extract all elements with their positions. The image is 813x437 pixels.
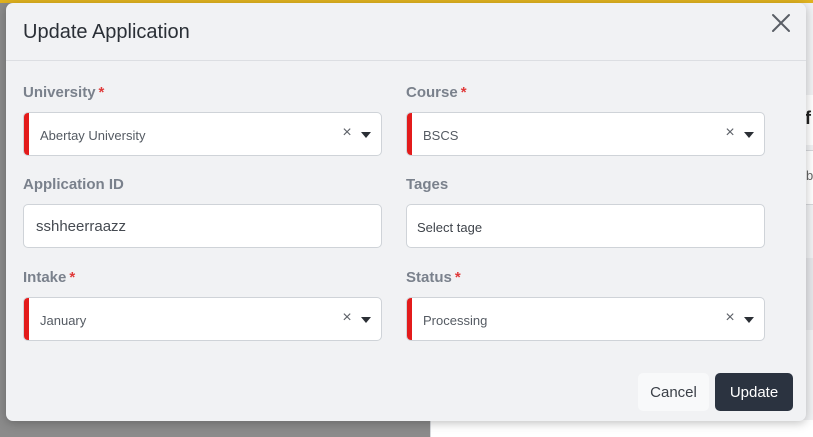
- modal-header: Update Application: [6, 3, 806, 61]
- required-mark: *: [454, 269, 461, 286]
- course-label-text: Course: [406, 84, 458, 101]
- status-select[interactable]: Processing ×: [406, 297, 765, 341]
- clear-icon[interactable]: ×: [724, 125, 736, 141]
- background-card: [430, 420, 813, 437]
- clear-icon[interactable]: ×: [341, 310, 353, 326]
- modal-title: Update Application: [23, 21, 190, 43]
- cancel-button[interactable]: Cancel: [638, 373, 709, 411]
- close-icon[interactable]: [770, 12, 792, 34]
- chevron-down-icon[interactable]: [361, 317, 371, 323]
- application-id-label: Application ID: [23, 176, 124, 193]
- clear-icon[interactable]: ×: [724, 310, 736, 326]
- clear-icon[interactable]: ×: [341, 125, 353, 141]
- intake-value: January: [40, 313, 87, 328]
- tages-label-text: Tages: [406, 176, 449, 193]
- intake-label: Intake *: [23, 269, 75, 286]
- application-id-label-text: Application ID: [23, 176, 124, 193]
- intake-label-text: Intake: [23, 269, 67, 286]
- update-application-modal: Update Application University * Abertay U…: [6, 3, 806, 421]
- chevron-down-icon[interactable]: [361, 132, 371, 138]
- required-mark: *: [460, 84, 467, 101]
- status-label-text: Status: [406, 269, 452, 286]
- course-select[interactable]: BSCS ×: [406, 112, 765, 156]
- background-block: [805, 258, 813, 330]
- tages-placeholder: Select tage: [417, 220, 483, 235]
- status-value: Processing: [423, 313, 488, 328]
- background-text-fragment: b: [806, 168, 813, 183]
- application-id-field[interactable]: [23, 204, 382, 248]
- update-button[interactable]: Update: [715, 373, 793, 411]
- university-select[interactable]: Abertay University ×: [23, 112, 382, 156]
- intake-select[interactable]: January ×: [23, 297, 382, 341]
- tages-select[interactable]: Select tage: [406, 204, 765, 248]
- chevron-down-icon[interactable]: [744, 132, 754, 138]
- required-mark: *: [98, 84, 105, 101]
- status-label: Status *: [406, 269, 461, 286]
- university-label-text: University: [23, 84, 96, 101]
- chevron-down-icon[interactable]: [744, 317, 754, 323]
- required-mark: *: [69, 269, 76, 286]
- tages-label: Tages: [406, 176, 448, 193]
- application-id-input[interactable]: [24, 205, 381, 247]
- university-label: University *: [23, 84, 104, 101]
- university-value: Abertay University: [40, 128, 146, 143]
- course-label: Course *: [406, 84, 467, 101]
- course-value: BSCS: [423, 128, 459, 143]
